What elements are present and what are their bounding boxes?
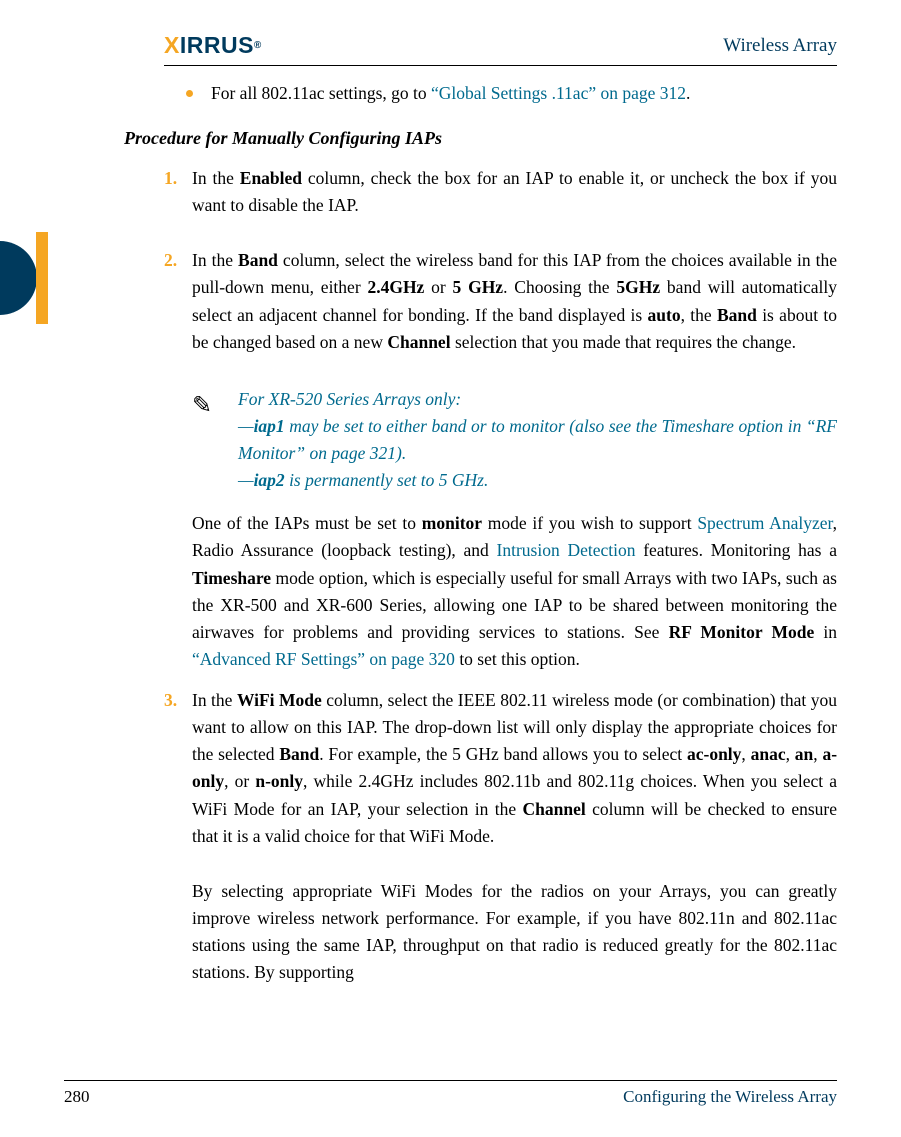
note-text: For XR-520 Series Arrays only: —iap1 may… xyxy=(220,386,837,495)
footer-rule xyxy=(64,1080,837,1081)
text: , or xyxy=(224,771,255,791)
text: mode if you wish to support xyxy=(482,513,697,533)
header-rule xyxy=(164,65,837,66)
header-title: Wireless Array xyxy=(723,35,837,57)
note-block: ✎ For XR-520 Series Arrays only: —iap1 m… xyxy=(192,386,837,495)
step-number: 1. xyxy=(164,165,192,233)
step-body: In the WiFi Mode column, select the IEEE… xyxy=(192,687,837,850)
text: — xyxy=(238,416,254,436)
brand-logo: XIRRUS® xyxy=(164,32,262,59)
text: In the xyxy=(192,250,238,270)
side-tab xyxy=(0,232,48,324)
footer-section-title: Configuring the Wireless Array xyxy=(623,1087,837,1107)
text: . Choosing the xyxy=(503,277,616,297)
text-bold: Channel xyxy=(387,332,450,352)
text-bold: RF Monitor Mode xyxy=(669,622,815,642)
text-bold: Timeshare xyxy=(192,568,271,588)
text-bold: WiFi Mode xyxy=(237,690,322,710)
page-number: 280 xyxy=(64,1087,90,1107)
text: . For example, the 5 GHz band allows you… xyxy=(319,744,687,764)
text-bold: monitor xyxy=(422,513,482,533)
text: in xyxy=(814,622,837,642)
text-bold: an xyxy=(795,744,813,764)
step3-continuation: By selecting appropriate WiFi Modes for … xyxy=(192,878,837,987)
step-body: In the Enabled column, check the box for… xyxy=(192,165,837,219)
text: . xyxy=(686,83,690,103)
text: selection that you made that requires th… xyxy=(451,332,797,352)
text-bold: Band xyxy=(717,305,757,325)
text: may be set to either band or to monitor … xyxy=(238,416,837,463)
step-2: 2. In the Band column, select the wirele… xyxy=(164,247,837,370)
side-tab-band xyxy=(36,232,48,324)
text-bold-italic: iap1 xyxy=(254,416,285,436)
text-bold: 5 GHz xyxy=(453,277,504,297)
note-line1: For XR-520 Series Arrays only: xyxy=(238,389,461,409)
note-icon: ✎ xyxy=(192,386,220,495)
bullet-text: For all 802.11ac settings, go to “Global… xyxy=(211,80,690,107)
text: In the xyxy=(192,690,237,710)
text: or xyxy=(424,277,452,297)
text-bold: 2.4GHz xyxy=(367,277,424,297)
text-bold: Band xyxy=(238,250,278,270)
bullet-icon xyxy=(186,90,193,97)
step-number: 3. xyxy=(164,687,192,864)
text: , xyxy=(741,744,750,764)
content: For all 802.11ac settings, go to “Global… xyxy=(164,80,837,986)
text: In the xyxy=(192,168,240,188)
link-spectrum-analyzer[interactable]: Spectrum Analyzer xyxy=(697,513,832,533)
text: For all 802.11ac settings, go to xyxy=(211,83,431,103)
bullet-item: For all 802.11ac settings, go to “Global… xyxy=(186,80,837,107)
text: , xyxy=(786,744,795,764)
text: is permanently set to 5 GHz. xyxy=(285,470,489,490)
text: features. Monitoring has a xyxy=(635,540,837,560)
step-1: 1. In the Enabled column, check the box … xyxy=(164,165,837,233)
text-bold: Band xyxy=(279,744,319,764)
text-bold-italic: iap2 xyxy=(254,470,285,490)
text: One of the IAPs must be set to xyxy=(192,513,422,533)
text-bold: ac-only xyxy=(687,744,741,764)
link-global-settings-11ac[interactable]: “Global Settings .11ac” on page 312 xyxy=(431,83,686,103)
step-number: 2. xyxy=(164,247,192,370)
text-bold: anac xyxy=(751,744,786,764)
step-3: 3. In the WiFi Mode column, select the I… xyxy=(164,687,837,864)
text: — xyxy=(238,470,254,490)
text-bold: 5GHz xyxy=(616,277,660,297)
link-advanced-rf-settings[interactable]: “Advanced RF Settings” on page 320 xyxy=(192,649,455,669)
page-footer: 280 Configuring the Wireless Array xyxy=(64,1080,837,1107)
text: to set this option. xyxy=(455,649,580,669)
link-intrusion-detection[interactable]: Intrusion Detection xyxy=(497,540,636,560)
subheading-procedure: Procedure for Manually Configuring IAPs xyxy=(124,125,837,153)
page: XIRRUS® Wireless Array For all 802.11ac … xyxy=(0,0,901,1137)
text-bold: Channel xyxy=(523,799,586,819)
step-body: In the Band column, select the wireless … xyxy=(192,247,837,356)
side-tab-circle xyxy=(0,241,37,315)
text-bold: auto xyxy=(648,305,681,325)
step2-continuation: One of the IAPs must be set to monitor m… xyxy=(192,510,837,673)
text-bold: Enabled xyxy=(240,168,302,188)
text: , the xyxy=(681,305,717,325)
text-bold: n-only xyxy=(255,771,303,791)
page-header: XIRRUS® Wireless Array xyxy=(64,32,837,59)
